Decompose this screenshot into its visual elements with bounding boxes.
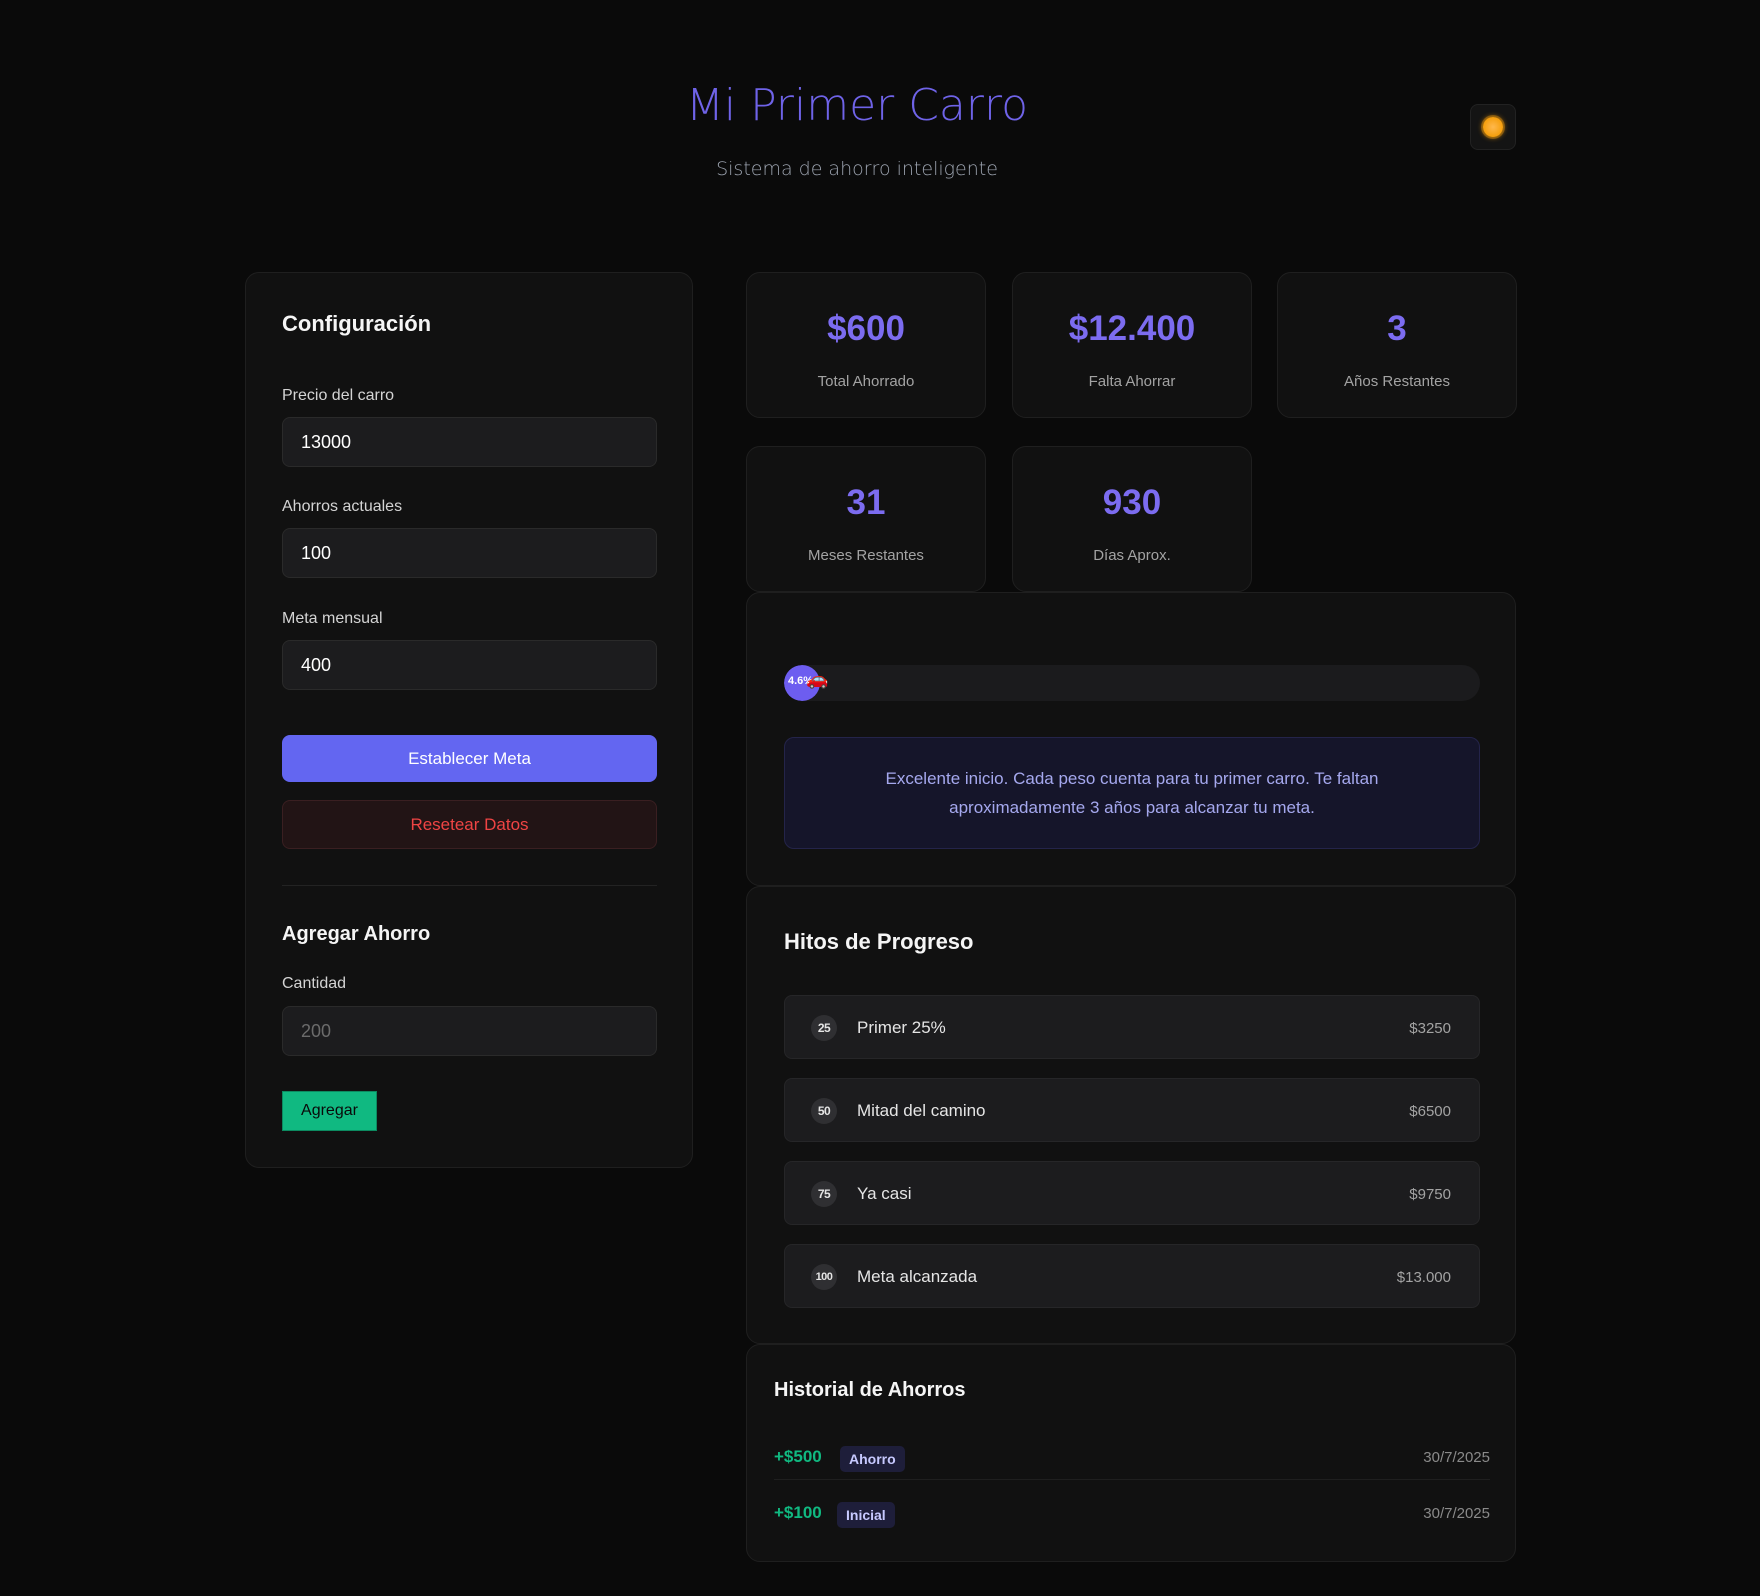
milestone-badge: 50 <box>811 1098 837 1124</box>
milestone-badge: 100 <box>811 1264 837 1290</box>
savings-label: Ahorros actuales <box>282 498 403 515</box>
milestone-item: 50 Mitad del camino $6500 <box>784 1078 1480 1142</box>
milestone-item: 75 Ya casi $9750 <box>784 1161 1480 1225</box>
price-input[interactable] <box>282 417 657 467</box>
progress-bar: 4.6% 🚗 <box>784 665 1480 701</box>
history-card: Historial de Ahorros +$500 Ahorro 30/7/2… <box>746 1344 1516 1562</box>
stat-label: Falta Ahorrar <box>1088 373 1176 390</box>
milestone-item: 100 Meta alcanzada $13.000 <box>784 1244 1480 1308</box>
reset-data-button[interactable]: Resetear Datos <box>282 800 657 849</box>
milestone-badge: 25 <box>811 1015 837 1041</box>
history-item: +$100 Inicial 30/7/2025 <box>774 1495 1490 1535</box>
milestone-amount: $3250 <box>1409 1020 1451 1037</box>
add-savings-button[interactable]: Agregar <box>282 1091 377 1131</box>
milestones-card: Hitos de Progreso 25 Primer 25% $3250 50… <box>746 886 1516 1344</box>
price-label: Precio del carro <box>282 387 395 404</box>
page-title: Mi Primer Carro <box>685 80 1029 131</box>
savings-input[interactable] <box>282 528 657 578</box>
stat-label: Años Restantes <box>1344 373 1450 390</box>
monthly-goal-input[interactable] <box>282 640 657 690</box>
milestone-label: Ya casi <box>857 1184 912 1203</box>
stat-label: Total Ahorrado <box>817 373 915 390</box>
milestones-title: Hitos de Progreso <box>784 929 974 954</box>
progress-card: 4.6% 🚗 Excelente inicio. Cada peso cuent… <box>746 592 1516 886</box>
milestone-amount: $6500 <box>1409 1103 1451 1120</box>
amount-label: Cantidad <box>282 975 347 992</box>
sun-icon <box>1483 117 1503 137</box>
stat-days-approx: 930 Días Aprox. <box>1012 446 1252 592</box>
stat-months-remaining: 31 Meses Restantes <box>746 446 986 592</box>
stat-value: 3 <box>1387 309 1407 348</box>
milestone-label: Meta alcanzada <box>857 1267 978 1286</box>
history-tag: Inicial <box>837 1502 895 1528</box>
car-icon: 🚗 <box>806 669 829 689</box>
theme-toggle-button[interactable] <box>1470 104 1516 150</box>
page-subtitle: Sistema de ahorro inteligente <box>716 158 998 180</box>
history-item: +$500 Ahorro 30/7/2025 <box>774 1439 1490 1479</box>
stat-total-saved: $600 Total Ahorrado <box>746 272 986 418</box>
stat-label: Días Aprox. <box>1093 547 1171 564</box>
milestone-label: Primer 25% <box>857 1018 946 1037</box>
set-goal-button[interactable]: Establecer Meta <box>282 735 657 782</box>
config-panel: Configuración Precio del carro Ahorros a… <box>245 272 693 1168</box>
history-amount: +$500 <box>774 1447 822 1466</box>
add-savings-title: Agregar Ahorro <box>282 923 431 945</box>
milestone-amount: $13.000 <box>1396 1269 1451 1286</box>
monthly-goal-label: Meta mensual <box>282 610 383 627</box>
stat-years-remaining: 3 Años Restantes <box>1277 272 1517 418</box>
stat-value: $12.400 <box>1068 309 1196 348</box>
history-date: 30/7/2025 <box>1423 1505 1490 1522</box>
milestone-badge: 75 <box>811 1181 837 1207</box>
stat-value: $600 <box>827 309 905 348</box>
motivation-message: Excelente inicio. Cada peso cuenta para … <box>784 737 1480 849</box>
milestone-label: Mitad del camino <box>857 1101 986 1120</box>
stat-value: 31 <box>846 483 886 522</box>
config-title: Configuración <box>282 311 432 336</box>
milestone-item: 25 Primer 25% $3250 <box>784 995 1480 1059</box>
amount-input[interactable] <box>282 1006 657 1056</box>
divider <box>282 885 657 886</box>
stat-value: 930 <box>1102 483 1162 522</box>
history-date: 30/7/2025 <box>1423 1449 1490 1466</box>
history-title: Historial de Ahorros <box>774 1379 966 1401</box>
history-amount: +$100 <box>774 1503 822 1522</box>
milestone-amount: $9750 <box>1409 1186 1451 1203</box>
divider <box>774 1479 1490 1480</box>
stat-remaining-amount: $12.400 Falta Ahorrar <box>1012 272 1252 418</box>
stat-label: Meses Restantes <box>808 547 924 564</box>
history-tag: Ahorro <box>840 1446 905 1472</box>
